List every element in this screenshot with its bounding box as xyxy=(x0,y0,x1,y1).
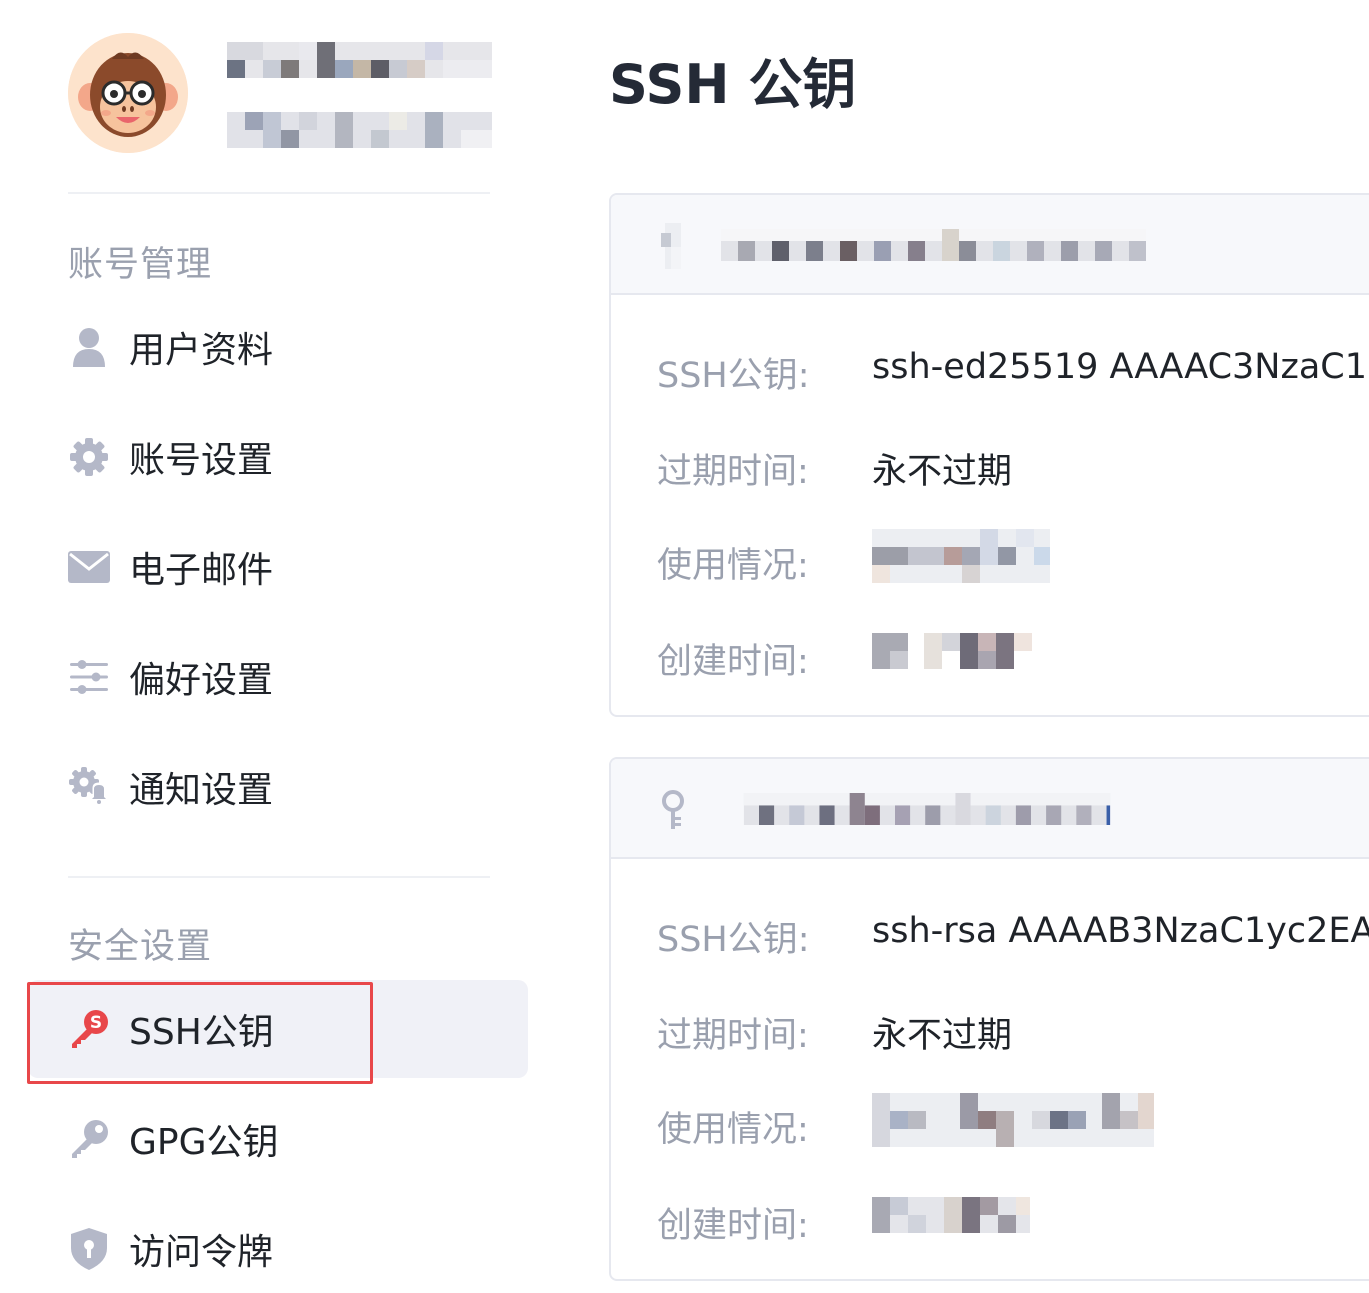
key-icon xyxy=(68,1118,110,1160)
created-redacted xyxy=(872,633,1032,669)
sidebar-item-notifications[interactable]: 通知设置 xyxy=(28,738,528,836)
page-title: SSH 公钥 xyxy=(609,53,857,116)
field-label: SSH公钥: xyxy=(657,356,810,396)
key-icon xyxy=(662,790,684,829)
avatar[interactable] xyxy=(68,33,188,153)
ssh-key-value: ssh-rsa AAAAB3NzaC1yc2EAA xyxy=(872,911,1369,951)
sidebar-item-email[interactable]: 电子邮件 xyxy=(28,518,528,616)
field-label: 使用情况: xyxy=(657,1110,809,1150)
sidebar-item-ssh-keys[interactable]: S SSH公钥 xyxy=(28,980,528,1078)
field-row-ssh-key: SSH公钥: ssh-rsa AAAAB3NzaC1yc2EAA xyxy=(611,903,1369,963)
section-title-account: 账号管理 xyxy=(68,245,213,285)
card-header xyxy=(611,759,1369,859)
shield-icon xyxy=(68,1228,110,1270)
card-header xyxy=(611,195,1369,295)
field-label: 创建时间: xyxy=(657,1206,809,1246)
monkey-avatar-icon xyxy=(68,33,188,153)
ssh-key-value: ssh-ed25519 AAAAC3NzaC1lZ xyxy=(872,347,1369,387)
sidebar-item-label: 通知设置 xyxy=(129,770,274,811)
gear-icon xyxy=(68,436,110,478)
field-row-created: 创建时间: xyxy=(611,1189,1369,1249)
user-icon xyxy=(68,326,110,368)
field-row-ssh-key: SSH公钥: ssh-ed25519 AAAAC3NzaC1lZ xyxy=(611,339,1369,399)
sidebar-item-preferences[interactable]: 偏好设置 xyxy=(28,628,528,726)
gear-bell-icon xyxy=(68,766,110,808)
usage-redacted xyxy=(872,529,1050,583)
sidebar-item-label: SSH公钥 xyxy=(129,1012,274,1053)
field-row-expire: 过期时间: 永不过期 xyxy=(611,999,1369,1059)
field-label: 过期时间: xyxy=(657,1016,809,1056)
field-row-usage: 使用情况: xyxy=(611,1093,1369,1153)
username-redacted xyxy=(227,42,492,78)
sidebar-item-gpg-keys[interactable]: GPG公钥 xyxy=(28,1090,528,1188)
sidebar-item-profile[interactable]: 用户资料 xyxy=(28,298,528,396)
field-row-expire: 过期时间: 永不过期 xyxy=(611,435,1369,495)
key-title-redacted xyxy=(721,229,1146,261)
sidebar-item-label: 访问令牌 xyxy=(129,1232,274,1273)
ssh-key-icon: S xyxy=(68,1008,110,1050)
section-title-security: 安全设置 xyxy=(68,927,213,967)
sidebar-item-label: 偏好设置 xyxy=(129,660,274,701)
sidebar-item-label: 用户资料 xyxy=(129,330,274,371)
expire-value: 永不过期 xyxy=(872,452,1013,492)
sidebar-item-label: 电子邮件 xyxy=(129,550,274,591)
field-row-usage: 使用情况: xyxy=(611,529,1369,589)
page-root: 账号管理 用户资料 账号设置 电子邮件 偏好设置 通知设置 安全设置 S SSH… xyxy=(0,0,1369,1293)
field-label: SSH公钥: xyxy=(657,920,810,960)
key-icon xyxy=(661,223,681,269)
key-title-redacted xyxy=(743,793,1111,825)
sidebar: 账号管理 用户资料 账号设置 电子邮件 偏好设置 通知设置 安全设置 S SSH… xyxy=(0,0,540,1293)
sidebar-item-access-tokens[interactable]: 访问令牌 xyxy=(28,1200,528,1293)
sidebar-item-label: 账号设置 xyxy=(129,440,274,481)
mail-icon xyxy=(68,546,110,588)
field-label: 创建时间: xyxy=(657,642,809,682)
ssh-key-card: SSH公钥: ssh-rsa AAAAB3NzaC1yc2EAA 过期时间: 永… xyxy=(609,757,1369,1281)
sliders-icon xyxy=(68,656,110,698)
svg-text:S: S xyxy=(90,1013,102,1033)
usage-redacted xyxy=(872,1093,1154,1147)
field-label: 过期时间: xyxy=(657,452,809,492)
sidebar-divider xyxy=(68,192,490,194)
field-row-created: 创建时间: xyxy=(611,625,1369,685)
sidebar-item-label: GPG公钥 xyxy=(129,1122,279,1163)
email-redacted xyxy=(227,112,492,148)
sidebar-item-account-settings[interactable]: 账号设置 xyxy=(28,408,528,506)
field-label: 使用情况: xyxy=(657,546,809,586)
ssh-key-card: SSH公钥: ssh-ed25519 AAAAC3NzaC1lZ 过期时间: 永… xyxy=(609,193,1369,717)
sidebar-divider xyxy=(68,876,490,878)
created-redacted xyxy=(872,1197,1030,1233)
expire-value: 永不过期 xyxy=(872,1016,1013,1056)
